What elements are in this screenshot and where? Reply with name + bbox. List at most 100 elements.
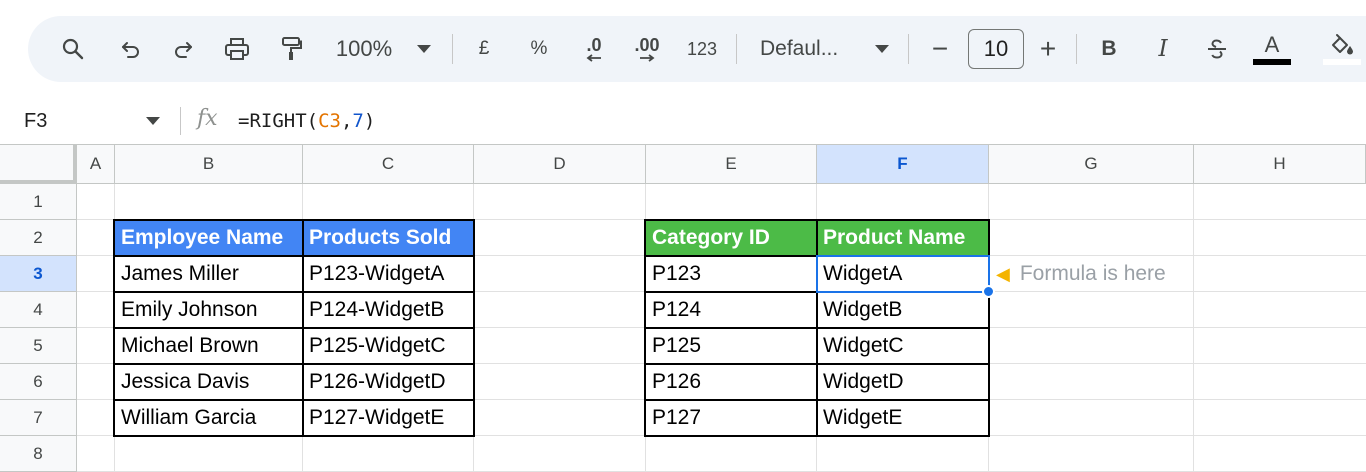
- table-border: [113, 327, 475, 329]
- search-icon: [62, 38, 84, 60]
- decrease-font-size-button[interactable]: −: [926, 16, 954, 82]
- undo-icon: [122, 42, 139, 58]
- zoom-value[interactable]: 100%: [328, 16, 400, 82]
- bold-button[interactable]: B: [1096, 16, 1122, 82]
- cell-f3[interactable]: WidgetA: [817, 256, 989, 292]
- redo-button[interactable]: [166, 16, 200, 82]
- cell-b6[interactable]: Jessica Davis: [115, 364, 303, 400]
- paint-format-button[interactable]: [274, 16, 308, 82]
- column-header-b[interactable]: B: [115, 144, 303, 184]
- row-header-1[interactable]: 1: [0, 184, 77, 220]
- formula-input[interactable]: =RIGHT(C3, 7): [238, 98, 375, 144]
- caret-down-icon[interactable]: [146, 117, 160, 125]
- formula-bar: F3 fx =RIGHT(C3, 7): [0, 98, 1366, 144]
- cell-f2[interactable]: Product Name: [817, 220, 989, 256]
- font-size-input[interactable]: 10: [968, 29, 1024, 69]
- row-header-5[interactable]: 5: [0, 328, 77, 364]
- cell-c2[interactable]: Products Sold: [303, 220, 474, 256]
- formula-suffix: ): [363, 110, 376, 132]
- column-header-g[interactable]: G: [989, 144, 1194, 184]
- increase-decimal-button[interactable]: .00: [628, 16, 666, 82]
- print-button[interactable]: [220, 16, 254, 82]
- table-border: [644, 291, 990, 293]
- toolbar-divider: [452, 34, 453, 64]
- cell-e5[interactable]: P125: [646, 328, 817, 364]
- paint-roller-icon: [282, 37, 302, 60]
- row-header-4[interactable]: 4: [0, 292, 77, 328]
- column-header-c[interactable]: C: [303, 144, 474, 184]
- toolbar-area: 100% £ % .0 .00 123 Defaul... − 10 + B I…: [0, 0, 1366, 98]
- cell-e3[interactable]: P123: [646, 256, 817, 292]
- cell-b4[interactable]: Emily Johnson: [115, 292, 303, 328]
- fx-icon: fx: [197, 106, 218, 131]
- cell-f4[interactable]: WidgetB: [817, 292, 989, 328]
- text-color-swatch: [1253, 58, 1291, 65]
- column-header-a[interactable]: A: [77, 144, 115, 184]
- pointing-hand-icon: ◀: [996, 263, 1010, 284]
- name-box[interactable]: F3: [24, 98, 47, 144]
- cell-e6[interactable]: P126: [646, 364, 817, 400]
- cell-e4[interactable]: P124: [646, 292, 817, 328]
- formula-reference: C3: [318, 110, 341, 132]
- strikethrough-button[interactable]: [1202, 16, 1232, 82]
- italic-button[interactable]: I: [1150, 16, 1176, 82]
- text-color-letter: A: [1264, 31, 1280, 57]
- text-color-button[interactable]: A: [1252, 16, 1292, 82]
- cell-e7[interactable]: P127: [646, 400, 817, 436]
- row-header-3[interactable]: 3: [0, 256, 77, 292]
- cell-b3[interactable]: James Miller: [115, 256, 303, 292]
- column-header-f[interactable]: F: [817, 144, 989, 184]
- column-header-e[interactable]: E: [646, 144, 817, 184]
- font-family-select[interactable]: Defaul...: [760, 16, 856, 82]
- toolbar: 100% £ % .0 .00 123 Defaul... − 10 + B I…: [28, 16, 1366, 82]
- cell-b2[interactable]: Employee Name: [115, 220, 303, 256]
- printer-icon: [225, 38, 249, 60]
- arrow-right-icon: [640, 54, 655, 62]
- table-border: [644, 255, 990, 257]
- table-border: [644, 399, 990, 401]
- font-dropdown-button[interactable]: [870, 16, 894, 82]
- cell-e2[interactable]: Category ID: [646, 220, 817, 256]
- row-header-8[interactable]: 8: [0, 436, 77, 472]
- table-border: [113, 399, 475, 401]
- formula-prefix: =RIGHT(: [238, 110, 319, 132]
- undo-button[interactable]: [114, 16, 148, 82]
- cell-f6[interactable]: WidgetD: [817, 364, 989, 400]
- cell-b5[interactable]: Michael Brown: [115, 328, 303, 364]
- fill-handle[interactable]: [982, 285, 995, 298]
- caret-down-icon: [417, 45, 431, 53]
- paint-bucket-icon: [1332, 34, 1353, 55]
- column-header-h[interactable]: H: [1194, 144, 1366, 184]
- increase-font-size-button[interactable]: +: [1034, 16, 1062, 82]
- cell-c6[interactable]: P126-WidgetD: [303, 364, 474, 400]
- cell-c4[interactable]: P124-WidgetB: [303, 292, 474, 328]
- format-currency-button[interactable]: £: [472, 16, 496, 82]
- decrease-decimal-button[interactable]: .0: [576, 16, 612, 82]
- row-header-6[interactable]: 6: [0, 364, 77, 400]
- toolbar-divider: [1076, 34, 1077, 64]
- cell-c3[interactable]: P123-WidgetA: [303, 256, 474, 292]
- annotation-text: Formula is here: [1019, 262, 1166, 285]
- cell-b7[interactable]: William Garcia: [115, 400, 303, 436]
- cell-c7[interactable]: P127-WidgetE: [303, 400, 474, 436]
- table-border: [644, 327, 990, 329]
- format-percent-button[interactable]: %: [526, 16, 552, 82]
- annotation-note: ◀ Formula is here: [996, 256, 1166, 292]
- row-header-2[interactable]: 2: [0, 220, 77, 256]
- number-format-button[interactable]: 123: [682, 16, 722, 82]
- zoom-dropdown-button[interactable]: [412, 16, 436, 82]
- select-all-corner[interactable]: [0, 144, 77, 184]
- row-header-7[interactable]: 7: [0, 400, 77, 436]
- column-header-d[interactable]: D: [474, 144, 646, 184]
- fill-color-button[interactable]: [1322, 16, 1362, 82]
- cell-f5[interactable]: WidgetC: [817, 328, 989, 364]
- search-menus-button[interactable]: [56, 16, 90, 82]
- cell-f7[interactable]: WidgetE: [817, 400, 989, 436]
- formula-comma: ,: [340, 110, 353, 132]
- decrease-decimal-label: .0: [586, 35, 602, 55]
- toolbar-divider: [736, 34, 737, 64]
- cell-c5[interactable]: P125-WidgetC: [303, 328, 474, 364]
- table-border: [113, 291, 475, 293]
- gridline: [1193, 184, 1194, 472]
- formula-bar-divider: [180, 107, 181, 135]
